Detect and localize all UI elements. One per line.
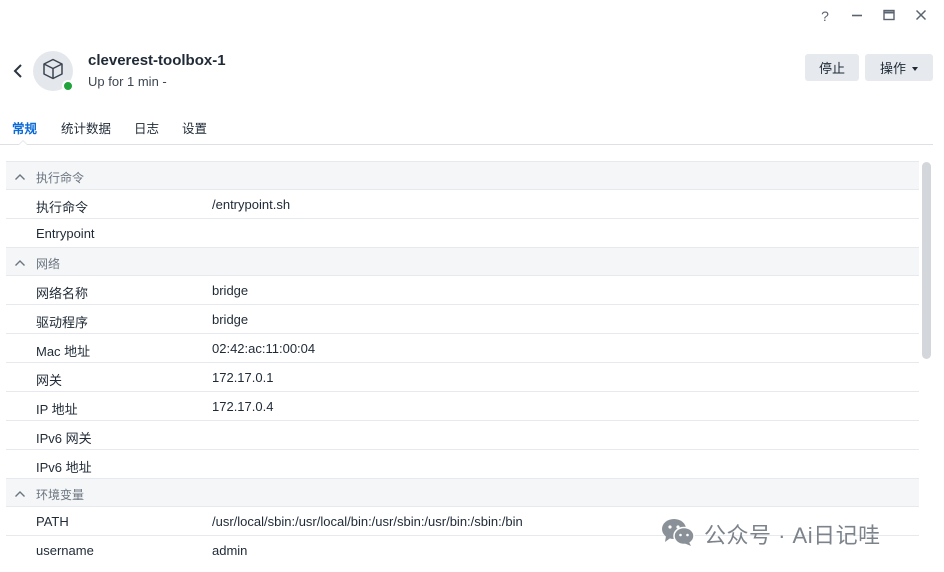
- watermark-text: 公众号 · Ai日记哇: [704, 523, 881, 548]
- tab-bar: 常规 统计数据 日志 设置: [0, 112, 933, 145]
- chevron-up-icon: [14, 256, 26, 271]
- detail-row: Mac 地址 02:42:ac:11:00:04: [6, 333, 919, 362]
- detail-key: username: [36, 543, 94, 558]
- maximize-icon: [883, 8, 895, 24]
- section-title: 网络: [36, 257, 61, 271]
- detail-value: bridge: [212, 312, 249, 327]
- section-header-network[interactable]: 网络: [6, 247, 919, 275]
- detail-key: 网络名称: [36, 286, 89, 301]
- container-status: Up for 1 min -: [88, 74, 167, 89]
- maximize-button[interactable]: [878, 5, 900, 27]
- back-icon[interactable]: [8, 60, 28, 82]
- detail-key: Entrypoint: [36, 226, 95, 241]
- section-header-env[interactable]: 环境变量: [6, 478, 919, 506]
- window-titlebar: ?: [0, 0, 944, 34]
- detail-row: 网关 172.17.0.1: [6, 362, 919, 391]
- stop-button[interactable]: 停止: [805, 54, 859, 81]
- wechat-icon: [660, 517, 696, 552]
- detail-value: 172.17.0.4: [212, 399, 274, 414]
- caret-down-icon: [912, 66, 918, 71]
- actions-button-label: 操作: [879, 61, 906, 76]
- detail-value: /usr/local/sbin:/usr/local/bin:/usr/sbin…: [212, 514, 523, 529]
- section-header-exec[interactable]: 执行命令: [6, 161, 919, 189]
- detail-key: 驱动程序: [36, 315, 89, 330]
- detail-row: 执行命令 /entrypoint.sh: [6, 189, 919, 218]
- detail-key: IPv6 网关: [36, 431, 92, 446]
- minimize-button[interactable]: [846, 5, 868, 27]
- help-icon: ?: [821, 8, 829, 24]
- detail-value: /entrypoint.sh: [212, 197, 291, 212]
- detail-value: 02:42:ac:11:00:04: [212, 341, 316, 356]
- detail-key: IP 地址: [36, 402, 78, 417]
- detail-key: 网关: [36, 373, 63, 388]
- section-title: 执行命令: [36, 171, 85, 185]
- close-button[interactable]: [910, 5, 932, 27]
- detail-row: IPv6 地址: [6, 449, 919, 478]
- minimize-icon: [851, 8, 863, 24]
- tab-logs[interactable]: 日志: [134, 118, 159, 145]
- box-icon: [41, 57, 65, 86]
- detail-row: IP 地址 172.17.0.4: [6, 391, 919, 420]
- help-button[interactable]: ?: [814, 5, 836, 27]
- tab-settings[interactable]: 设置: [182, 118, 207, 145]
- chevron-up-icon: [14, 170, 26, 185]
- container-name: cleverest-toolbox-1: [88, 52, 226, 69]
- detail-key: 执行命令: [36, 200, 89, 215]
- detail-key: Mac 地址: [36, 344, 91, 359]
- details-list: 执行命令 执行命令 /entrypoint.sh Entrypoint 网络 网…: [6, 161, 919, 564]
- running-status-dot: [62, 80, 74, 92]
- detail-value: admin: [212, 543, 248, 558]
- chevron-up-icon: [14, 487, 26, 502]
- vertical-scrollbar[interactable]: [922, 162, 931, 359]
- detail-key: IPv6 地址: [36, 460, 92, 475]
- detail-row: 驱动程序 bridge: [6, 304, 919, 333]
- detail-row: IPv6 网关: [6, 420, 919, 449]
- detail-row: Entrypoint: [6, 218, 919, 247]
- tab-statistics[interactable]: 统计数据: [61, 118, 111, 145]
- close-icon: [915, 8, 927, 24]
- active-tab-indicator: [18, 140, 28, 145]
- detail-value: bridge: [212, 283, 249, 298]
- watermark: 公众号 · Ai日记哇: [660, 517, 881, 551]
- stop-button-label: 停止: [818, 61, 845, 76]
- detail-value: 172.17.0.1: [212, 370, 274, 385]
- container-header: cleverest-toolbox-1 Up for 1 min - 停止 操作: [0, 36, 944, 106]
- detail-key: PATH: [36, 514, 69, 529]
- section-title: 环境变量: [36, 488, 85, 502]
- actions-dropdown-button[interactable]: 操作: [865, 54, 933, 81]
- detail-row: 网络名称 bridge: [6, 275, 919, 304]
